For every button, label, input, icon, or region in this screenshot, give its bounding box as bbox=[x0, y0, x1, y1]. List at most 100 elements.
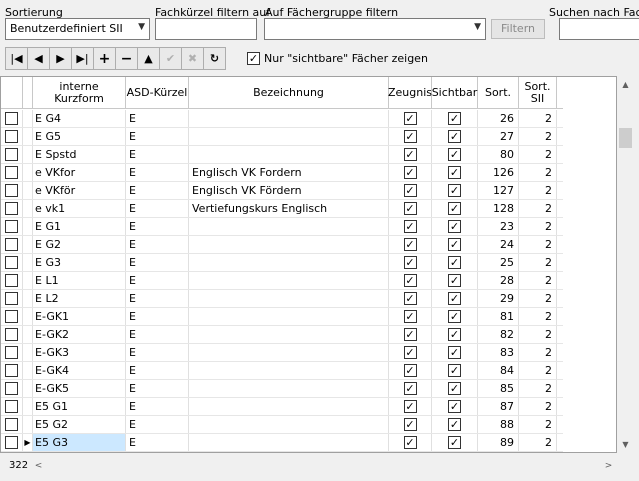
row-select-checkbox[interactable] bbox=[5, 112, 18, 125]
kurzform-cell[interactable]: e vk1 bbox=[33, 200, 126, 217]
sichtbar-checkbox[interactable]: ✓ bbox=[448, 256, 461, 269]
visible-only-checkbox[interactable]: ✓ bbox=[247, 52, 260, 65]
sort-cell[interactable]: 84 bbox=[478, 362, 519, 379]
first-record-button[interactable]: |◀ bbox=[5, 47, 28, 70]
table-row[interactable]: e vk1 E Vertiefungskurs Englisch ✓ ✓ 128 2 bbox=[1, 200, 563, 218]
bezeichnung-cell[interactable] bbox=[189, 344, 389, 361]
edit-record-button[interactable]: ▲ bbox=[137, 47, 160, 70]
kurzform-cell[interactable]: e VKfor bbox=[33, 164, 126, 181]
vertical-scroll-thumb[interactable] bbox=[619, 128, 632, 148]
kurzform-cell[interactable]: E L1 bbox=[33, 272, 126, 289]
sichtbar-checkbox[interactable]: ✓ bbox=[448, 184, 461, 197]
row-select-checkbox[interactable] bbox=[5, 184, 18, 197]
asd-cell[interactable]: E bbox=[126, 344, 189, 361]
sichtbar-checkbox[interactable]: ✓ bbox=[448, 238, 461, 251]
row-select-checkbox[interactable] bbox=[5, 238, 18, 251]
header-sort[interactable]: Sort. bbox=[478, 77, 519, 108]
zeugnis-checkbox[interactable]: ✓ bbox=[403, 400, 417, 413]
row-select-checkbox[interactable] bbox=[5, 220, 18, 233]
zeugnis-checkbox[interactable]: ✓ bbox=[403, 166, 417, 179]
sort-cell[interactable]: 83 bbox=[478, 344, 519, 361]
sichtbar-checkbox[interactable]: ✓ bbox=[448, 310, 461, 323]
sort-cell[interactable]: 24 bbox=[478, 236, 519, 253]
kurzform-cell[interactable]: E G2 bbox=[33, 236, 126, 253]
asd-cell[interactable]: E bbox=[126, 398, 189, 415]
sichtbar-checkbox[interactable]: ✓ bbox=[448, 220, 461, 233]
sort-sii-cell[interactable]: 2 bbox=[519, 218, 557, 235]
row-select-checkbox[interactable] bbox=[5, 400, 18, 413]
zeugnis-checkbox[interactable]: ✓ bbox=[403, 112, 417, 125]
row-select-checkbox[interactable] bbox=[5, 274, 18, 287]
bezeichnung-cell[interactable] bbox=[189, 380, 389, 397]
asd-cell[interactable]: E bbox=[126, 218, 189, 235]
sichtbar-checkbox[interactable]: ✓ bbox=[448, 382, 461, 395]
sort-sii-cell[interactable]: 2 bbox=[519, 326, 557, 343]
table-row[interactable]: E L1 E ✓ ✓ 28 2 bbox=[1, 272, 563, 290]
kuerzel-filter-input[interactable] bbox=[155, 18, 257, 40]
header-sort-sii[interactable]: Sort. SII bbox=[519, 77, 557, 108]
asd-cell[interactable]: E bbox=[126, 272, 189, 289]
sort-sii-cell[interactable]: 2 bbox=[519, 128, 557, 145]
header-zeugnis[interactable]: Zeugnis bbox=[388, 77, 432, 108]
prev-record-button[interactable]: ◀ bbox=[27, 47, 50, 70]
kurzform-cell[interactable]: E G4 bbox=[33, 110, 126, 127]
kurzform-cell[interactable]: E G5 bbox=[33, 128, 126, 145]
gruppe-filter-select[interactable]: ▼ bbox=[264, 18, 486, 40]
row-select-checkbox[interactable] bbox=[5, 346, 18, 359]
kurzform-cell[interactable]: e VKför bbox=[33, 182, 126, 199]
row-select-checkbox[interactable] bbox=[5, 130, 18, 143]
table-row[interactable]: E5 G2 E ✓ ✓ 88 2 bbox=[1, 416, 563, 434]
table-row[interactable]: e VKför E Englisch VK Fördern ✓ ✓ 127 2 bbox=[1, 182, 563, 200]
asd-cell[interactable]: E bbox=[126, 128, 189, 145]
horizontal-scrollbar[interactable]: < > bbox=[30, 457, 617, 474]
asd-cell[interactable]: E bbox=[126, 362, 189, 379]
zeugnis-checkbox[interactable]: ✓ bbox=[403, 256, 417, 269]
kurzform-cell[interactable]: E5 G2 bbox=[33, 416, 126, 433]
table-row[interactable]: E-GK3 E ✓ ✓ 83 2 bbox=[1, 344, 563, 362]
kurzform-cell[interactable]: E-GK5 bbox=[33, 380, 126, 397]
kurzform-cell[interactable]: E-GK1 bbox=[33, 308, 126, 325]
sort-cell[interactable]: 126 bbox=[478, 164, 519, 181]
bezeichnung-cell[interactable] bbox=[189, 272, 389, 289]
bezeichnung-cell[interactable] bbox=[189, 416, 389, 433]
row-select-checkbox[interactable] bbox=[5, 202, 18, 215]
bezeichnung-cell[interactable]: Englisch VK Fordern bbox=[189, 164, 389, 181]
table-row[interactable]: E G1 E ✓ ✓ 23 2 bbox=[1, 218, 563, 236]
table-row[interactable]: E-GK4 E ✓ ✓ 84 2 bbox=[1, 362, 563, 380]
bezeichnung-cell[interactable] bbox=[189, 326, 389, 343]
table-row[interactable]: E G4 E ✓ ✓ 26 2 bbox=[1, 110, 563, 128]
row-select-checkbox[interactable] bbox=[5, 292, 18, 305]
bezeichnung-cell[interactable] bbox=[189, 362, 389, 379]
zeugnis-checkbox[interactable]: ✓ bbox=[403, 292, 417, 305]
row-select-checkbox[interactable] bbox=[5, 256, 18, 269]
zeugnis-checkbox[interactable]: ✓ bbox=[403, 274, 417, 287]
bezeichnung-cell[interactable] bbox=[189, 128, 389, 145]
row-select-checkbox[interactable] bbox=[5, 418, 18, 431]
zeugnis-checkbox[interactable]: ✓ bbox=[403, 346, 417, 359]
sichtbar-checkbox[interactable]: ✓ bbox=[448, 364, 461, 377]
bezeichnung-cell[interactable] bbox=[189, 110, 389, 127]
row-select-checkbox[interactable] bbox=[5, 436, 18, 449]
vertical-scrollbar[interactable]: ▲ ▼ bbox=[617, 76, 634, 453]
zeugnis-checkbox[interactable]: ✓ bbox=[403, 436, 417, 449]
row-select-checkbox[interactable] bbox=[5, 328, 18, 341]
delete-record-button[interactable]: − bbox=[115, 47, 138, 70]
sort-cell[interactable]: 25 bbox=[478, 254, 519, 271]
search-input[interactable] bbox=[559, 18, 639, 40]
filter-button[interactable]: Filtern bbox=[491, 19, 545, 39]
zeugnis-checkbox[interactable]: ✓ bbox=[403, 184, 417, 197]
sort-cell[interactable]: 128 bbox=[478, 200, 519, 217]
scroll-up-icon[interactable]: ▲ bbox=[617, 76, 634, 93]
sort-sii-cell[interactable]: 2 bbox=[519, 398, 557, 415]
sichtbar-checkbox[interactable]: ✓ bbox=[448, 202, 461, 215]
table-row[interactable]: E G5 E ✓ ✓ 27 2 bbox=[1, 128, 563, 146]
asd-cell[interactable]: E bbox=[126, 380, 189, 397]
table-row[interactable]: e VKfor E Englisch VK Fordern ✓ ✓ 126 2 bbox=[1, 164, 563, 182]
kurzform-cell[interactable]: E5 G1 bbox=[33, 398, 126, 415]
row-select-checkbox[interactable] bbox=[5, 166, 18, 179]
zeugnis-checkbox[interactable]: ✓ bbox=[403, 418, 417, 431]
zeugnis-checkbox[interactable]: ✓ bbox=[403, 310, 417, 323]
sort-sii-cell[interactable]: 2 bbox=[519, 254, 557, 271]
asd-cell[interactable]: E bbox=[126, 110, 189, 127]
sort-sii-cell[interactable]: 2 bbox=[519, 416, 557, 433]
